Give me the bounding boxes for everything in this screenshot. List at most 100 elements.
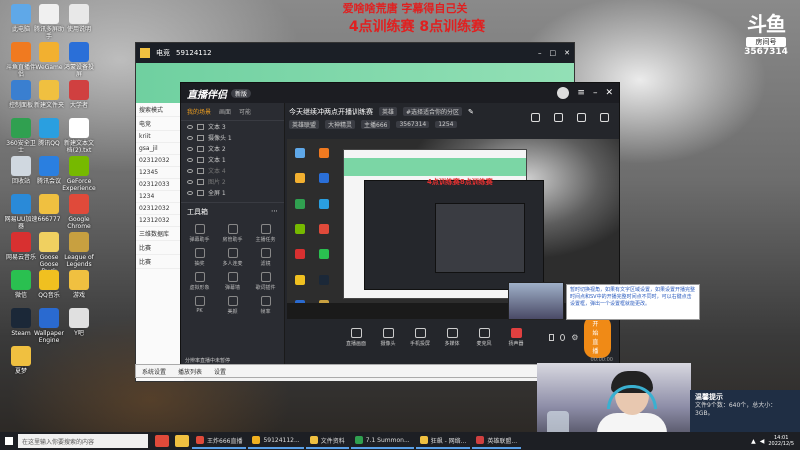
scene-tab[interactable]: 可能 [239, 107, 251, 116]
menu-icon[interactable]: ≡ [577, 88, 585, 98]
scene-item[interactable]: 文本 4 [181, 165, 284, 176]
eye-icon[interactable] [187, 190, 193, 195]
maximize-icon[interactable]: □ [550, 49, 557, 57]
scene-item[interactable]: 全屏 1 [181, 187, 284, 198]
stream-tag[interactable]: 英雄 [379, 107, 398, 116]
close-icon[interactable]: ✕ [605, 88, 613, 98]
backdrop-sidebar-item[interactable]: 02312033 [136, 179, 184, 191]
tool-button[interactable]: 弹幕墙 [216, 269, 249, 291]
tool-button[interactable]: PK [183, 293, 216, 315]
desktop-icon[interactable]: Google Chrome [62, 194, 96, 230]
stream-title[interactable]: 今天继续冲两点开播训练赛 [289, 107, 373, 117]
start-live-button[interactable]: 开始直播 [584, 316, 611, 358]
desktop-icon[interactable]: 腾讯QQ [32, 118, 66, 147]
minimize-icon[interactable]: – [538, 49, 542, 57]
backdrop-bottom-item[interactable]: 系统设置 [142, 367, 166, 376]
desktop-icon[interactable]: 腾讯多屏助手 [32, 4, 66, 40]
gift-icon[interactable] [531, 113, 540, 122]
control-button[interactable]: 扬声器 [503, 327, 529, 347]
desktop-icon[interactable]: 新建文件夹 [32, 80, 66, 109]
chrome-icon[interactable] [155, 435, 169, 447]
backdrop-window-titlebar[interactable]: 电竞 59124112 – □ ✕ [136, 43, 574, 63]
toast-notification[interactable]: 温馨提示 文件9个数：640个，总大小： 3GB。 [690, 390, 800, 432]
backdrop-sidebar-item[interactable]: gsa_jil [136, 143, 184, 155]
scene-item[interactable]: 图片 2 [181, 176, 284, 187]
category-selector[interactable]: #选择适合你的分区 [403, 107, 463, 116]
taskbar-app[interactable]: 59124112... [248, 433, 304, 449]
user-avatar[interactable] [557, 87, 570, 99]
scene-item[interactable]: 文本 1 [181, 154, 284, 165]
tool-button[interactable]: 弹幕助手 [183, 221, 216, 243]
desktop-icon[interactable]: 夏梦 [4, 346, 38, 375]
scene-item[interactable]: 摄像头 1 [181, 132, 284, 143]
desktop-icon[interactable]: 游戏 [62, 270, 96, 299]
control-button[interactable]: 直播画面 [343, 327, 369, 347]
edit-icon[interactable]: ✎ [468, 108, 474, 116]
eye-icon[interactable] [187, 135, 193, 140]
minimize-icon[interactable]: – [593, 88, 598, 98]
backdrop-sidebar-item[interactable]: 搜索模式 [136, 103, 184, 117]
eye-icon[interactable] [560, 333, 566, 341]
backdrop-sidebar-item[interactable]: 02312032 [136, 203, 184, 215]
volume-icon[interactable]: ◀ [760, 438, 765, 445]
taskbar-search[interactable]: 在这里输入你要搜索的内容 [18, 434, 148, 448]
control-button[interactable]: 麦克风 [471, 327, 497, 347]
backdrop-sidebar-item[interactable]: 三维数据库 [136, 227, 184, 241]
scene-tab[interactable]: 画面 [219, 107, 231, 116]
taskbar-app[interactable]: 狂飙 - 网络... [415, 433, 471, 449]
scene-item[interactable]: 文本 2 [181, 143, 284, 154]
desktop-icon[interactable]: Goose Goose Duck [32, 232, 66, 275]
desktop-icon[interactable]: Wallpaper Engine [32, 308, 66, 344]
tool-button[interactable]: 美颜 [216, 293, 249, 315]
desktop-icon[interactable]: League of Legends [62, 232, 96, 268]
eye-icon[interactable] [187, 179, 193, 184]
taskbar-app[interactable]: 7.1 Summon... [350, 433, 414, 449]
eye-icon[interactable] [187, 168, 193, 173]
control-button[interactable]: 手机投屏 [407, 327, 433, 347]
more-icon[interactable]: ⋯ [271, 207, 278, 217]
network-icon[interactable]: ▲ [751, 438, 756, 445]
backdrop-sidebar-item[interactable]: 12345 [136, 167, 184, 179]
broadcaster-window[interactable]: 直播伴侣 新版 ≡ – ✕ 我的场景 画面 可能 文本 3 摄像头 1 文本 2 文本 1… [180, 82, 620, 367]
taskbar-app[interactable]: 英雄联盟... [472, 433, 522, 449]
desktop-icon[interactable]: 腾讯会议 [32, 156, 66, 185]
backdrop-sidebar-item[interactable]: 1234 [136, 191, 184, 203]
scene-tab[interactable]: 我的场景 [187, 107, 211, 116]
desktop-icon[interactable]: 鸿蒙设备投屏 [62, 42, 96, 78]
tool-button[interactable]: 抽奖 [183, 245, 216, 267]
control-button[interactable]: 摄像头 [375, 327, 401, 347]
tool-button[interactable]: 滤镜 [249, 245, 282, 267]
desktop-icon[interactable]: QQ音乐 [32, 270, 66, 299]
broadcaster-titlebar[interactable]: 直播伴侣 新版 ≡ – ✕ [181, 83, 619, 103]
backdrop-sidebar-item[interactable]: 电竞 [136, 117, 184, 131]
control-button[interactable]: 多媒体 [439, 327, 465, 347]
desktop-icon[interactable]: 大学者 [62, 80, 96, 109]
tool-button[interactable]: 多人连麦 [216, 245, 249, 267]
bell-icon[interactable] [554, 113, 563, 122]
desktop-icon[interactable]: 666777 [32, 194, 66, 223]
gear-icon[interactable]: ⚙ [571, 333, 578, 342]
settings-icon[interactable] [600, 113, 609, 122]
clock[interactable]: 14:01 2022/12/5 [768, 435, 794, 447]
taskbar-app[interactable]: 王炸666直播 [192, 433, 247, 449]
backdrop-sidebar-item[interactable]: 比赛 [136, 241, 184, 255]
start-button[interactable] [0, 432, 18, 450]
eye-icon[interactable] [187, 157, 193, 162]
desktop-icon[interactable]: WeGame [32, 42, 66, 71]
eye-icon[interactable] [187, 146, 193, 151]
tool-button[interactable]: 房管助手 [216, 221, 249, 243]
home-icon[interactable] [140, 48, 150, 58]
desktop-icon[interactable]: GeForce Experience [62, 156, 96, 192]
eye-icon[interactable] [187, 124, 193, 129]
close-icon[interactable]: ✕ [564, 49, 570, 57]
tool-button[interactable]: 主播任务 [249, 221, 282, 243]
screen-icon[interactable] [549, 333, 555, 341]
share-icon[interactable] [577, 113, 586, 122]
scene-item[interactable]: 文本 3 [181, 121, 284, 132]
tool-button[interactable]: 帧率 [249, 293, 282, 315]
backdrop-bottom-item[interactable]: 设置 [214, 367, 226, 376]
backdrop-sidebar-item[interactable]: 02312032 [136, 155, 184, 167]
backdrop-sidebar-item[interactable]: 12312032 [136, 215, 184, 227]
tool-button[interactable]: 虚拟形象 [183, 269, 216, 291]
backdrop-bottom-item[interactable]: 播放列表 [178, 367, 202, 376]
